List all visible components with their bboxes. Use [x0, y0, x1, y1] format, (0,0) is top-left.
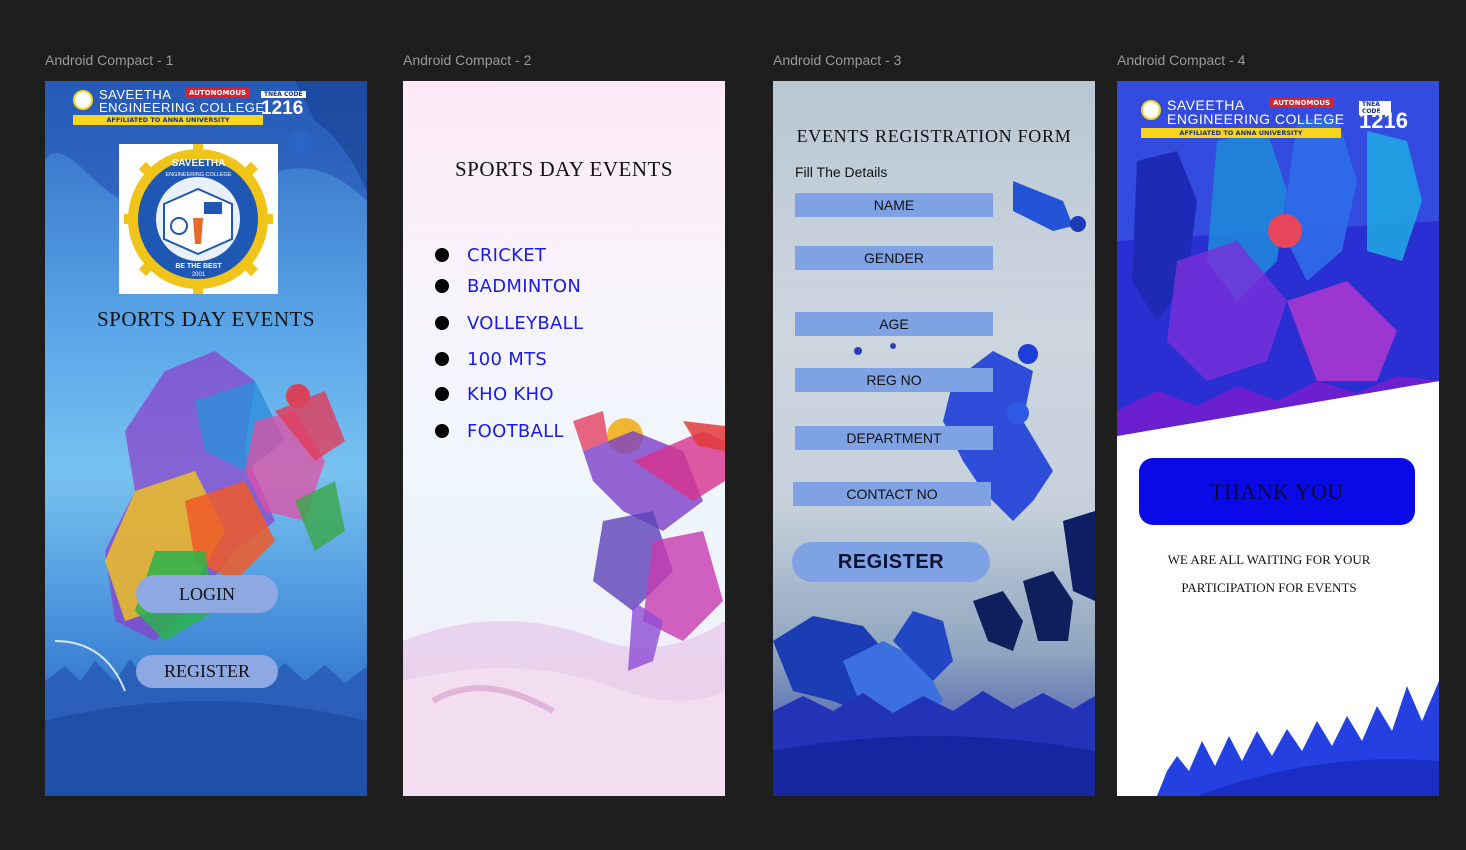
- college-seal-logo: SAVEETHA ENGINEERING COLLEGE BE THE BEST…: [119, 144, 278, 294]
- autonomous-badge: AUTONOMOUS: [1269, 98, 1335, 108]
- affiliation-banner: AFFILIATED TO ANNA UNIVERSITY: [73, 115, 263, 125]
- frame-android-compact-3[interactable]: EVENTS REGISTRATION FORM Fill The Detail…: [773, 81, 1095, 796]
- event-label: 100 MTS: [467, 349, 548, 370]
- login-button[interactable]: LOGIN: [136, 575, 278, 613]
- seal-year: 2001: [191, 272, 206, 278]
- frame-label-4: Android Compact - 4: [1117, 52, 1246, 68]
- bullet-icon: [435, 424, 449, 438]
- frame-android-compact-2[interactable]: SPORTS DAY EVENTS CRICKET BADMINTON VOLL…: [403, 81, 725, 796]
- college-emblem-icon: [73, 90, 93, 110]
- contact-no-field[interactable]: CONTACT NO: [793, 482, 991, 506]
- event-label: FOOTBALL: [467, 421, 564, 442]
- runners-hero-art: [1117, 81, 1439, 796]
- gender-field[interactable]: GENDER: [795, 246, 993, 270]
- frame-android-compact-1[interactable]: SAVEETHA ENGINEERING COLLEGE AUTONOMOUS …: [45, 81, 367, 796]
- department-field[interactable]: DEPARTMENT: [795, 426, 993, 450]
- register-button[interactable]: REGISTER: [792, 542, 990, 582]
- sprinter-splash-art: [403, 411, 725, 796]
- reg-no-field[interactable]: REG NO: [795, 368, 993, 392]
- affiliation-banner: AFFILIATED TO ANNA UNIVERSITY: [1141, 128, 1341, 138]
- seal-motto: BE THE BEST: [175, 263, 222, 270]
- frame-android-compact-4[interactable]: SAVEETHA ENGINEERING COLLEGE AUTONOMOUS …: [1117, 81, 1439, 796]
- register-button[interactable]: REGISTER: [136, 655, 278, 688]
- frame-label-1: Android Compact - 1: [45, 52, 174, 68]
- tnea-code-label: TNEA CODE: [261, 91, 306, 98]
- thank-you-button[interactable]: THANK YOU: [1139, 458, 1415, 525]
- name-field[interactable]: NAME: [795, 193, 993, 217]
- frame-label-2: Android Compact - 2: [403, 52, 532, 68]
- seal-name: SAVEETHA: [171, 158, 226, 169]
- frame-label-3: Android Compact - 3: [773, 52, 902, 68]
- event-label: KHO KHO: [467, 384, 554, 405]
- event-label: BADMINTON: [467, 276, 582, 297]
- event-label: CRICKET: [467, 245, 547, 266]
- message-line-2: PARTICIPATION FOR EVENTS: [1181, 580, 1357, 595]
- age-field[interactable]: AGE: [795, 312, 993, 336]
- page-title: SPORTS DAY EVENTS: [454, 157, 674, 181]
- autonomous-badge: AUTONOMOUS: [185, 88, 251, 98]
- college-header: SAVEETHA ENGINEERING COLLEGE AUTONOMOUS …: [73, 87, 323, 125]
- bullet-icon: [435, 316, 449, 330]
- seal-subtitle: ENGINEERING COLLEGE: [165, 172, 232, 178]
- tnea-code: 1216: [261, 98, 304, 119]
- bullet-icon: [435, 248, 449, 262]
- bullet-icon: [435, 279, 449, 293]
- form-subtitle: Fill The Details: [795, 164, 888, 180]
- page-title: SPORTS DAY EVENTS: [96, 307, 316, 331]
- bullet-icon: [435, 352, 449, 366]
- tnea-code: 1216: [1359, 108, 1408, 133]
- form-title: EVENTS REGISTRATION FORM: [796, 126, 1072, 146]
- bullet-icon: [435, 387, 449, 401]
- event-label: VOLLEYBALL: [467, 313, 584, 334]
- college-header: SAVEETHA ENGINEERING COLLEGE AUTONOMOUS …: [1141, 97, 1408, 138]
- college-emblem-icon: [1141, 100, 1161, 120]
- message-line-1: WE ARE ALL WAITING FOR YOUR: [1167, 552, 1371, 567]
- college-name-line2: ENGINEERING COLLEGE: [1167, 111, 1345, 127]
- college-name-line2: ENGINEERING COLLEGE: [99, 100, 265, 115]
